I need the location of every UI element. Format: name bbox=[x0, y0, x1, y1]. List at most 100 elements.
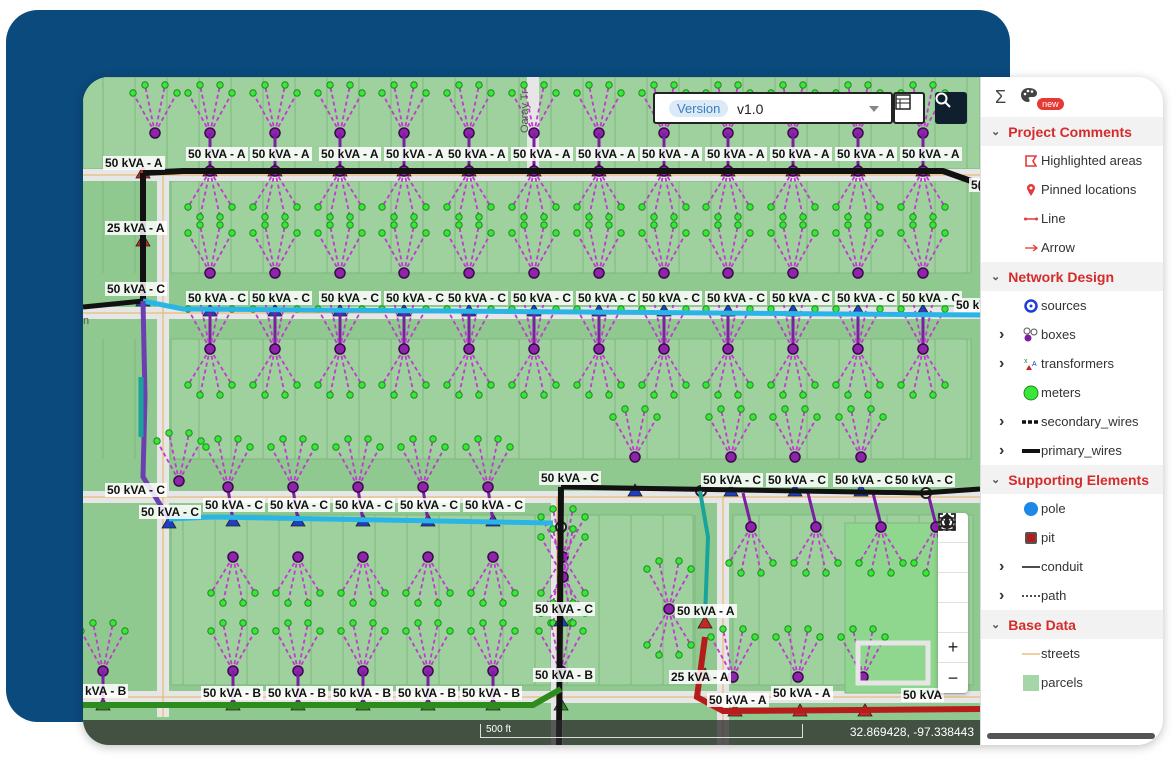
layer-row[interactable]: › conduit bbox=[981, 552, 1163, 581]
layer-row[interactable]: sources bbox=[981, 291, 1163, 320]
transformer-label[interactable]: 50 kVA - C bbox=[463, 498, 526, 512]
fit-screen-icon bbox=[938, 513, 956, 531]
transformer-label[interactable]: 50 kVA - A bbox=[511, 147, 573, 161]
transformer-label[interactable]: 50 kVA - C bbox=[766, 473, 829, 487]
transformer-label[interactable]: 50 kVA - C bbox=[268, 498, 331, 512]
layer-row[interactable]: Highlighted areas bbox=[981, 146, 1163, 175]
transformer-label[interactable]: 50 kVA - B bbox=[201, 686, 264, 700]
transformer-label[interactable]: 50 kVA - A bbox=[675, 604, 737, 618]
chevron-right-icon[interactable]: › bbox=[999, 587, 1004, 605]
transformer-label[interactable]: 50 kVA - C bbox=[533, 602, 596, 616]
transformer-label[interactable]: 50 kVA - C bbox=[900, 291, 963, 305]
transformer-label[interactable]: 50 kVA - C bbox=[105, 282, 168, 296]
layer-row[interactable]: pole bbox=[981, 494, 1163, 523]
transformer-label[interactable]: 5( bbox=[969, 178, 980, 192]
chevron-right-icon[interactable]: › bbox=[999, 558, 1004, 576]
layer-label: path bbox=[1041, 588, 1067, 603]
transformer-label[interactable]: 50 kVA - A bbox=[771, 686, 833, 700]
transformer-label[interactable]: 50 kVA - B bbox=[266, 686, 329, 700]
transformer-label[interactable]: kVA - B bbox=[83, 684, 129, 698]
transformer-label[interactable]: 50 kVA - C bbox=[384, 291, 447, 305]
transformer-label[interactable]: 50 kVA - C bbox=[640, 291, 703, 305]
layer-row[interactable]: streets bbox=[981, 639, 1163, 668]
layer-label: pole bbox=[1041, 501, 1066, 516]
transformer-label[interactable]: 50 kVA - C bbox=[398, 498, 461, 512]
network-map-svg[interactable]: × bbox=[83, 77, 980, 745]
transformer-label[interactable]: 50 kVA - C bbox=[333, 498, 396, 512]
transformer-label[interactable]: 50 kVA - C bbox=[705, 291, 768, 305]
palette-button[interactable]: new bbox=[1020, 87, 1064, 110]
transformer-label[interactable]: 50 kVA - A bbox=[186, 147, 248, 161]
sidebar-scrollbar[interactable] bbox=[987, 733, 1155, 739]
transformer-label[interactable]: 50 kVA - C bbox=[186, 291, 249, 305]
transformer-label[interactable]: 50 kVA - A bbox=[640, 147, 702, 161]
zoom-in-button[interactable]: + bbox=[938, 633, 968, 663]
chevron-right-icon[interactable]: › bbox=[999, 355, 1004, 373]
layer-row[interactable]: meters bbox=[981, 378, 1163, 407]
transformer-label[interactable]: 50 kVA - A bbox=[103, 156, 165, 170]
transformer-label[interactable]: 25 kVA - A bbox=[105, 221, 167, 235]
transformer-label[interactable]: 50 kVA - C bbox=[203, 498, 266, 512]
transformer-label[interactable]: 50 kVA - A bbox=[446, 147, 508, 161]
chevron-right-icon[interactable]: › bbox=[999, 413, 1004, 431]
search-button[interactable] bbox=[935, 92, 967, 124]
svg-text:x: x bbox=[1024, 358, 1028, 365]
locate-button[interactable] bbox=[938, 513, 968, 573]
measure-button[interactable] bbox=[938, 517, 968, 603]
transformer-label[interactable]: 50 kVA - C bbox=[105, 483, 168, 497]
chevron-right-icon[interactable]: › bbox=[999, 326, 1004, 344]
transformer-label[interactable]: 50 kVA - B bbox=[533, 668, 596, 682]
transformer-label[interactable]: 50 kVA - B bbox=[396, 686, 459, 700]
transformer-label[interactable]: 50 kVA - B bbox=[331, 686, 394, 700]
transformer-label[interactable]: 50 kVA - C bbox=[954, 298, 980, 312]
table-view-button[interactable] bbox=[893, 92, 925, 124]
fit-extent-button[interactable] bbox=[938, 513, 968, 633]
layer-row[interactable]: › primary_wires bbox=[981, 436, 1163, 465]
section-header[interactable]: ⌄ Project Comments bbox=[981, 117, 1163, 146]
layer-row[interactable]: › x Atransformers bbox=[981, 349, 1163, 378]
transformer-label[interactable]: 50 kVA - C bbox=[770, 291, 833, 305]
transformer-label[interactable]: 50 kVA - C bbox=[511, 291, 574, 305]
section-header[interactable]: ⌄ Supporting Elements bbox=[981, 465, 1163, 494]
transformer-label[interactable]: 50 kVA - C bbox=[539, 471, 602, 485]
layer-row[interactable]: Pinned locations bbox=[981, 175, 1163, 204]
transformer-label[interactable]: 50 kVA - C bbox=[319, 291, 382, 305]
transformer-label[interactable]: 50 kVA - A bbox=[250, 147, 312, 161]
transformer-label[interactable]: 50 kVA - A bbox=[707, 693, 769, 707]
layer-row[interactable]: Line bbox=[981, 204, 1163, 233]
transformer-label[interactable]: 50 kVA - A bbox=[384, 147, 446, 161]
sigma-icon[interactable]: Σ bbox=[995, 87, 1006, 108]
layer-row[interactable]: Arrow bbox=[981, 233, 1163, 262]
dashed-line-icon bbox=[1021, 419, 1041, 425]
layer-row[interactable]: pit bbox=[981, 523, 1163, 552]
transformer-label[interactable]: 50 kVA - C bbox=[139, 505, 202, 519]
version-value: v1.0 bbox=[737, 101, 764, 117]
transformer-label[interactable]: 50 kVA - C bbox=[893, 473, 956, 487]
zoom-out-button[interactable]: − bbox=[938, 663, 968, 693]
layer-label: Highlighted areas bbox=[1041, 153, 1143, 168]
section-header[interactable]: ⌄ Network Design bbox=[981, 262, 1163, 291]
transformer-label[interactable]: 50 kVA - C bbox=[446, 291, 509, 305]
layer-row[interactable]: › boxes bbox=[981, 320, 1163, 349]
transformer-label[interactable]: 50 kVA - A bbox=[319, 147, 381, 161]
transformer-label[interactable]: 50 kVA - A bbox=[900, 147, 962, 161]
transformer-label[interactable]: 50 kVA - B bbox=[460, 686, 523, 700]
layer-row[interactable]: › secondary_wires bbox=[981, 407, 1163, 436]
layer-row[interactable]: parcels bbox=[981, 668, 1163, 697]
version-select[interactable]: Version v1.0 bbox=[653, 92, 893, 124]
chevron-right-icon[interactable]: › bbox=[999, 442, 1004, 460]
transformer-label[interactable]: 50 kVA - C bbox=[701, 473, 764, 487]
section-title: Base Data bbox=[1008, 616, 1076, 633]
transformer-label[interactable]: 50 kVA - A bbox=[705, 147, 767, 161]
transformer-label[interactable]: 50 kVA - C bbox=[250, 291, 313, 305]
transformer-label[interactable]: 50 kVA - A bbox=[770, 147, 832, 161]
transformer-label[interactable]: 50 kVA - A bbox=[835, 147, 897, 161]
transformer-label[interactable]: 50 kVA - C bbox=[576, 291, 639, 305]
transformer-label[interactable]: 50 kVA - A bbox=[576, 147, 638, 161]
transformer-label[interactable]: 50 kVA - C bbox=[833, 473, 896, 487]
transformer-label[interactable]: 25 kVA - A bbox=[669, 670, 731, 684]
map-canvas[interactable]: × 50 kVA - A 50 kVA - A 50 kVA - A 50 kVA -… bbox=[83, 77, 980, 745]
section-header[interactable]: ⌄ Base Data bbox=[981, 610, 1163, 639]
transformer-label[interactable]: 50 kVA - C bbox=[835, 291, 898, 305]
layer-row[interactable]: › path bbox=[981, 581, 1163, 610]
